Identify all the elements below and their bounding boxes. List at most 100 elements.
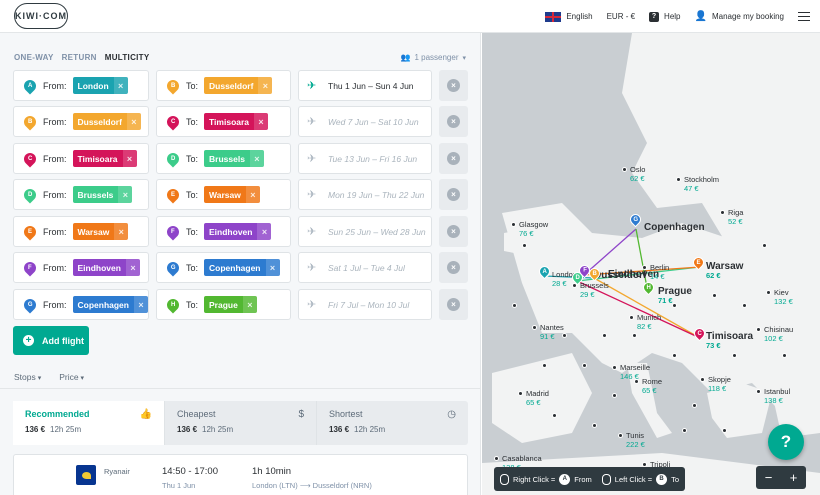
map-city-dot[interactable] [612, 365, 617, 370]
tab-multicity[interactable]: MULTICITY [105, 53, 150, 62]
map-city-dot[interactable] [756, 327, 761, 332]
map-airport-dot[interactable] [762, 243, 767, 248]
to-field[interactable]: C To: Timisoara × [156, 106, 291, 137]
to-field[interactable]: E To: Warsaw × [156, 179, 291, 210]
to-field[interactable]: H To: Prague × [156, 289, 291, 320]
remove-origin-icon[interactable]: × [113, 77, 128, 94]
date-field[interactable]: ✈ Tue 13 Jun – Fri 16 Jun [298, 143, 432, 174]
map-airport-dot[interactable] [672, 303, 677, 308]
map-city-dot[interactable] [494, 456, 499, 461]
map-city-dot[interactable] [676, 177, 681, 182]
add-flight-button[interactable]: + Add flight [13, 326, 89, 355]
remove-leg-button[interactable]: × [439, 252, 468, 283]
from-field[interactable]: E From: Warsaw × [13, 216, 149, 247]
map-airport-dot[interactable] [562, 333, 567, 338]
remove-origin-icon[interactable]: × [122, 150, 137, 167]
map-city-label[interactable]: Copenhagen [644, 223, 705, 233]
remove-destination-icon[interactable]: × [265, 259, 280, 276]
date-field[interactable]: ✈ Sun 25 Jun – Wed 28 Jun [298, 216, 432, 247]
map-city-label[interactable]: Skopje 118 € [708, 375, 731, 393]
menu-icon[interactable] [798, 12, 810, 21]
tab-one-way[interactable]: ONE-WAY [14, 53, 54, 62]
date-field[interactable]: ✈ Fri 7 Jul – Mon 10 Jul [298, 289, 432, 320]
zoom-out-button[interactable]: − [756, 466, 781, 489]
remove-leg-button[interactable]: × [439, 216, 468, 247]
map-airport-dot[interactable] [582, 363, 587, 368]
remove-origin-icon[interactable]: × [118, 186, 133, 203]
map-city-dot[interactable] [700, 377, 705, 382]
map-city-label[interactable]: Munich 82 € [637, 313, 661, 331]
to-field[interactable]: B To: Dusseldorf × [156, 70, 291, 101]
remove-destination-icon[interactable]: × [242, 296, 257, 313]
remove-destination-icon[interactable]: × [245, 186, 260, 203]
map-city-label[interactable]: Kiev 132 € [774, 288, 793, 306]
map-city-dot[interactable] [634, 379, 639, 384]
to-field[interactable]: G To: Copenhagen × [156, 252, 291, 283]
map-city-dot[interactable] [532, 325, 537, 330]
remove-destination-icon[interactable]: × [249, 150, 264, 167]
map-airport-dot[interactable] [552, 413, 557, 418]
map-airport-dot[interactable] [672, 353, 677, 358]
map-city-label[interactable]: Stockholm 47 € [684, 175, 719, 193]
manage-booking-link[interactable]: 👤 Manage my booking [695, 11, 785, 22]
from-field[interactable]: C From: Timisoara × [13, 143, 149, 174]
sort-cheapest[interactable]: Cheapest 136 € 12h 25m $ [165, 401, 317, 445]
map-city-dot[interactable] [622, 167, 627, 172]
map-city-label[interactable]: Istanbul 138 € [764, 387, 790, 405]
map-airport-dot[interactable] [742, 303, 747, 308]
remove-origin-icon[interactable]: × [125, 259, 140, 276]
date-field[interactable]: ✈ Thu 1 Jun – Sun 4 Jun [298, 70, 432, 101]
tab-return[interactable]: RETURN [62, 53, 97, 62]
map-city-dot[interactable] [756, 389, 761, 394]
map-city-dot[interactable] [766, 290, 771, 295]
remove-destination-icon[interactable]: × [257, 223, 272, 240]
map-airport-dot[interactable] [632, 333, 637, 338]
date-field[interactable]: ✈ Sat 1 Jul – Tue 4 Jul [298, 252, 432, 283]
zoom-in-button[interactable]: + [781, 466, 806, 489]
map-city-label[interactable]: Rome 65 € [642, 377, 662, 395]
map-airport-dot[interactable] [782, 353, 787, 358]
map-airport-dot[interactable] [712, 293, 717, 298]
help-button[interactable]: ? [768, 424, 804, 460]
map-city-label[interactable]: Brussels 29 € [580, 281, 609, 299]
language-selector[interactable]: English [545, 11, 593, 22]
from-field[interactable]: A From: London × [13, 70, 149, 101]
map-city-label[interactable]: Dusseldorf [594, 271, 646, 281]
map-airport-dot[interactable] [722, 428, 727, 433]
map-city-label[interactable]: Riga 52 € [728, 208, 743, 226]
map-city-dot[interactable] [629, 315, 634, 320]
price-filter[interactable]: Price [59, 372, 84, 382]
currency-selector[interactable]: EUR - € [607, 12, 635, 21]
date-field[interactable]: ✈ Mon 19 Jun – Thu 22 Jun [298, 179, 432, 210]
remove-leg-button[interactable]: × [439, 179, 468, 210]
map-city-dot[interactable] [518, 391, 523, 396]
map-city-dot[interactable] [618, 433, 623, 438]
map-city-label[interactable]: Chisinau 102 € [764, 325, 793, 343]
map-city-label[interactable]: Berlin 14 € [650, 263, 669, 281]
help-link[interactable]: ? Help [649, 11, 681, 22]
to-field[interactable]: F To: Eindhoven × [156, 216, 291, 247]
remove-leg-button[interactable]: × [439, 143, 468, 174]
map-city-dot[interactable] [511, 222, 516, 227]
remove-origin-icon[interactable]: × [133, 296, 148, 313]
map-airport-dot[interactable] [542, 363, 547, 368]
remove-origin-icon[interactable]: × [114, 223, 129, 240]
map-city-label[interactable]: Glasgow 76 € [519, 220, 548, 238]
from-field[interactable]: B From: Dusseldorf × [13, 106, 149, 137]
map-airport-dot[interactable] [512, 303, 517, 308]
map-city-label[interactable]: Nantes 91 € [540, 323, 564, 341]
remove-leg-button[interactable]: × [439, 289, 468, 320]
sort-recommended[interactable]: Recommended 136 € 12h 25m 👍 [13, 401, 165, 445]
map-city-label[interactable]: Oslo 62 € [630, 165, 645, 183]
result-card[interactable]: Ryanair 14:50 - 17:00 Thu 1 Jun 1h 10min… [13, 454, 468, 495]
remove-origin-icon[interactable]: × [126, 113, 141, 130]
stops-filter[interactable]: Stops [14, 372, 41, 382]
from-field[interactable]: G From: Copenhagen × [13, 289, 149, 320]
from-field[interactable]: F From: Eindhoven × [13, 252, 149, 283]
map-airport-dot[interactable] [522, 243, 527, 248]
remove-leg-button[interactable]: × [439, 106, 468, 137]
map-city-label[interactable]: Timisoara 73 € [706, 332, 753, 351]
map-airport-dot[interactable] [592, 423, 597, 428]
map-airport-dot[interactable] [682, 428, 687, 433]
map-airport-dot[interactable] [612, 393, 617, 398]
